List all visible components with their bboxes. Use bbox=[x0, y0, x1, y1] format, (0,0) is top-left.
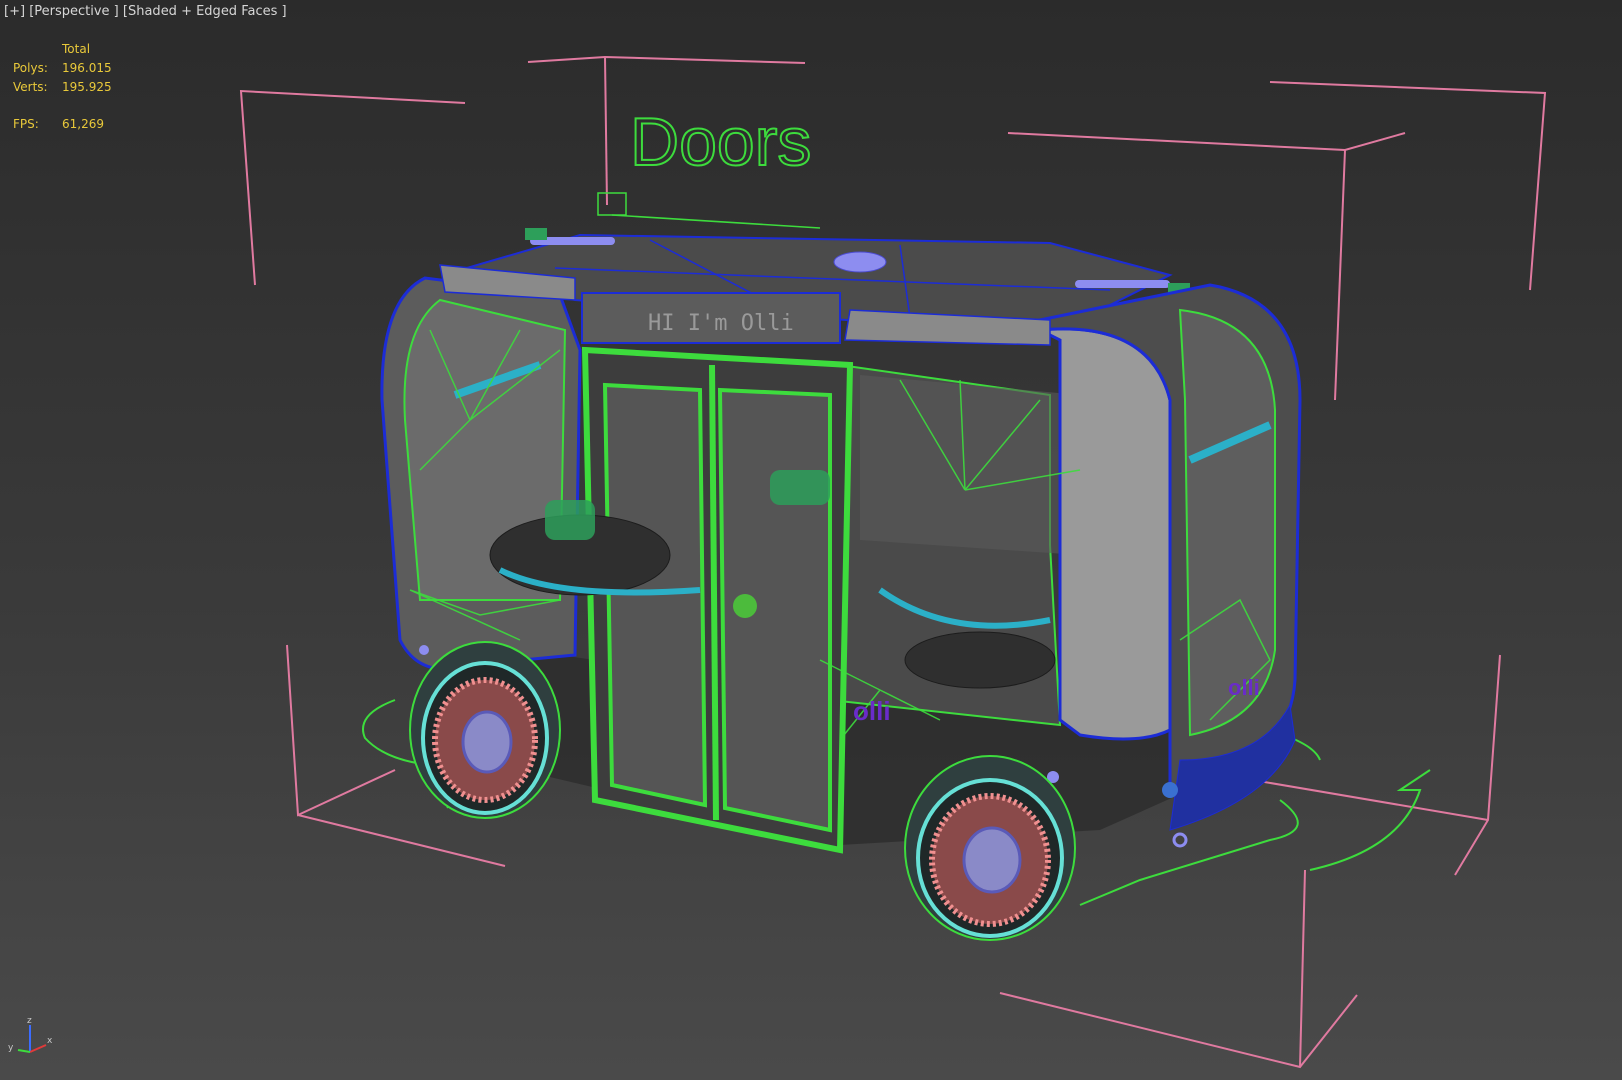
axis-gizmo: z x y bbox=[8, 1016, 53, 1053]
axis-x-label: x bbox=[47, 1036, 53, 1046]
stats-header: Total bbox=[62, 42, 91, 56]
viewport-statistics: Total Polys: 196.015 Verts: 195.925 FPS:… bbox=[13, 40, 112, 134]
olli-logo: olli bbox=[853, 696, 891, 726]
verts-value: 195.925 bbox=[62, 80, 112, 94]
axis-y-label: y bbox=[8, 1043, 14, 1053]
svg-text:olli: olli bbox=[1228, 675, 1260, 700]
roof-sensor bbox=[833, 251, 887, 273]
doors-helper-text[interactable]: Doors bbox=[629, 103, 812, 181]
scene-canvas[interactable]: Doors HI I'm Olli olli olli z x y bbox=[0, 0, 1622, 1080]
body-shell-right bbox=[1034, 327, 1172, 741]
viewport-label-menu: [+] [Perspective ] [Shaded + Edged Faces… bbox=[4, 4, 287, 19]
viewport-shading-menu[interactable]: [Shaded + Edged Faces ] bbox=[123, 4, 287, 19]
axis-z-label: z bbox=[27, 1016, 32, 1026]
wheel-front-left[interactable] bbox=[409, 641, 561, 819]
roof-rail-right bbox=[1075, 280, 1170, 288]
viewport-view-menu[interactable]: [Perspective ] bbox=[29, 4, 119, 19]
fps-value: 61,269 bbox=[62, 117, 104, 131]
helper-link-line bbox=[611, 214, 821, 229]
perspective-viewport[interactable]: Doors HI I'm Olli olli olli z x y [+] [P… bbox=[0, 0, 1622, 1080]
polys-label: Polys: bbox=[13, 61, 48, 75]
display-sign-text: HI I'm Olli bbox=[648, 311, 794, 336]
polys-value: 196.015 bbox=[62, 61, 112, 75]
fps-label: FPS: bbox=[13, 117, 39, 131]
doors-helper-point[interactable] bbox=[597, 192, 627, 216]
wheel-rear[interactable] bbox=[904, 755, 1076, 941]
viewport-plus-menu[interactable]: [+] bbox=[4, 4, 25, 19]
verts-label: Verts: bbox=[13, 80, 48, 94]
